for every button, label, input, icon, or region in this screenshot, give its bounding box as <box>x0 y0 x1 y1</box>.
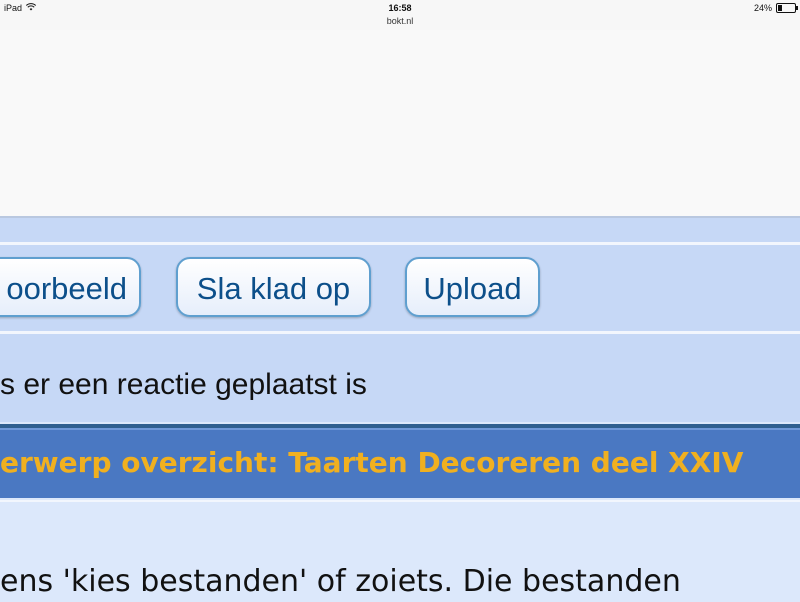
form-band <box>0 218 800 242</box>
notify-option-row: s er een reactie geplaatst is <box>0 334 800 422</box>
form-button-row: oorbeeld Sla klad op Upload <box>0 245 800 331</box>
upload-button[interactable]: Upload <box>405 257 540 317</box>
status-bar: iPad 16:58 bokt.nl 24% <box>0 0 800 30</box>
battery-fill <box>778 5 782 11</box>
blank-page-area <box>0 30 800 216</box>
post-text: ens 'kies bestanden' of zoiets. Die best… <box>0 564 681 599</box>
clock: 16:58 <box>388 3 412 13</box>
post-content: ens 'kies bestanden' of zoiets. Die best… <box>0 500 800 602</box>
topic-header: erwerp overzicht: Taarten Decoreren deel… <box>0 428 800 498</box>
preview-button[interactable]: oorbeeld <box>0 257 141 317</box>
save-draft-button[interactable]: Sla klad op <box>176 257 371 317</box>
battery-icon <box>776 3 798 13</box>
topic-title[interactable]: erwerp overzicht: Taarten Decoreren deel… <box>0 446 743 479</box>
notify-option-label: s er een reactie geplaatst is <box>0 368 367 401</box>
battery-percent: 24% <box>753 3 772 13</box>
status-right: 24% <box>753 3 798 13</box>
address-bar-url[interactable]: bokt.nl <box>0 16 800 26</box>
